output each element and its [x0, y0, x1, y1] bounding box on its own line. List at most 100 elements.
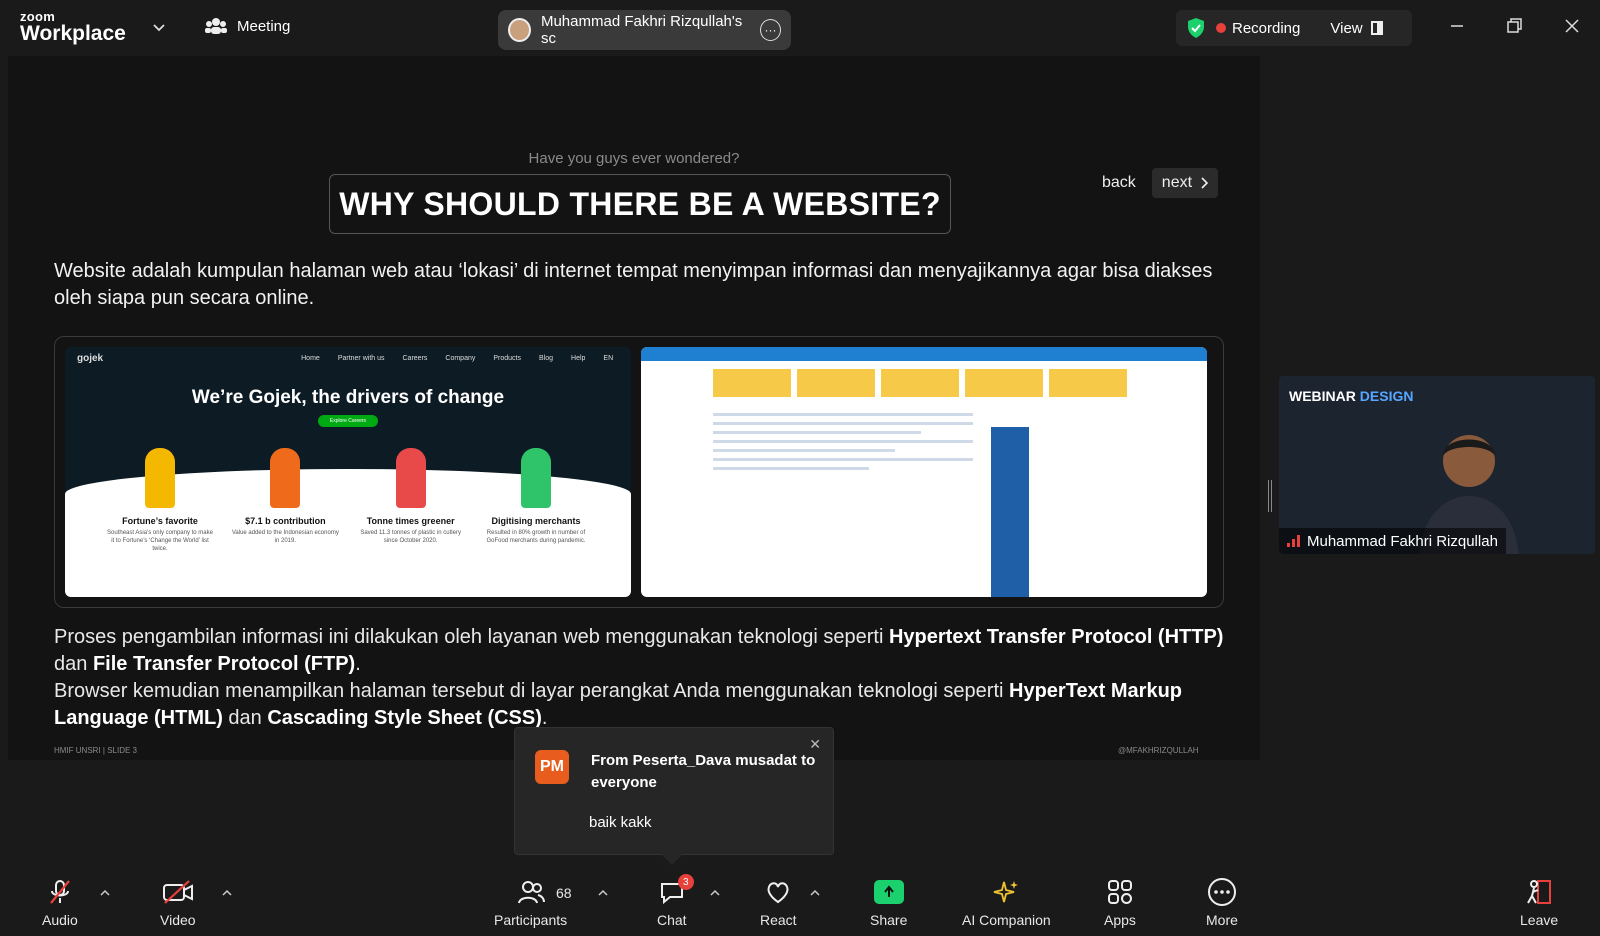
gojek-col-heading: Fortune’s favorite	[122, 516, 198, 526]
view-button[interactable]: View	[1330, 19, 1383, 37]
tile	[881, 369, 959, 397]
gojek-nav-item: Home	[301, 354, 320, 362]
view-label: View	[1330, 19, 1363, 37]
illustration-figure	[520, 448, 551, 508]
chevron-down-icon[interactable]	[152, 20, 166, 34]
para3-bold: Cascading Style Sheet (CSS)	[267, 707, 542, 729]
screen-share-indicator[interactable]: Muhammad Fakhri Rizqullah's sc ···	[498, 10, 791, 50]
para2-bold: File Transfer Protocol (FTP)	[92, 653, 356, 675]
tile	[797, 369, 875, 397]
ai-companion-label: AI Companion	[962, 912, 1051, 928]
close-icon[interactable]: ✕	[809, 736, 821, 753]
more-options-icon[interactable]: ···	[760, 19, 781, 41]
close-icon[interactable]	[1562, 16, 1582, 36]
audio-label: Audio	[42, 912, 78, 928]
chevron-up-icon[interactable]	[100, 888, 110, 898]
sparkle-icon	[994, 881, 1019, 903]
slide-footer-right: @MFAKHRIZQULLAH	[1118, 746, 1199, 755]
recording-label: Recording	[1232, 19, 1301, 37]
text-line	[713, 440, 973, 443]
gojek-navbar: gojek Home Partner with us Careers Compa…	[65, 347, 631, 369]
gojek-column: Digitising merchants Resulted in 80% grow…	[481, 448, 591, 553]
shield-icon[interactable]	[1186, 17, 1206, 39]
university-navbar	[641, 347, 1207, 361]
panel-resize-handle[interactable]	[1268, 480, 1272, 512]
university-screenshot	[641, 347, 1207, 597]
participants-icon	[517, 881, 545, 904]
agenda-date-column	[991, 427, 1029, 597]
recording-indicator[interactable]: Recording	[1216, 20, 1300, 37]
meeting-toolbar: Audio Video Participants 68 3 Chat React…	[0, 868, 1600, 936]
audio-button[interactable]: Audio	[42, 878, 78, 928]
illustration-figure	[145, 448, 175, 508]
slide-title: WHY SHOULD THERE BE A WEBSITE?	[329, 174, 951, 234]
gojek-column: $7.1 b contribution Value added to the In…	[230, 448, 340, 553]
minimize-icon[interactable]	[1447, 16, 1467, 36]
gojek-hero: We’re Gojek, the drivers of change	[191, 387, 505, 408]
chat-button[interactable]: 3 Chat	[657, 874, 694, 928]
para3-text: dan	[222, 707, 268, 729]
tile	[965, 369, 1043, 397]
illustration-figure	[270, 448, 301, 508]
chat-sender: From Peserta_Dava musadat to everyone	[591, 752, 816, 791]
gojek-logo: gojek	[77, 352, 104, 364]
react-button[interactable]: React	[760, 878, 797, 928]
back-button[interactable]: back	[1094, 168, 1144, 198]
slide-paragraph-1: Website adalah kumpulan halaman web atau…	[54, 260, 1213, 309]
gojek-col-desc: Value added to the Indonesian economy in…	[231, 530, 339, 544]
ai-companion-button[interactable]: AI Companion	[962, 878, 1051, 928]
chevron-right-icon	[1201, 177, 1209, 189]
para3-text: .	[541, 707, 548, 729]
chat-notification[interactable]: PM From Peserta_Dava musadat to everyone…	[514, 727, 834, 865]
leave-icon	[1527, 880, 1552, 904]
participant-name: Muhammad Fakhri Rizqullah	[1307, 532, 1498, 550]
chat-badge: 3	[677, 874, 694, 890]
text-line	[713, 413, 973, 416]
mic-muted-icon	[50, 880, 70, 904]
share-button[interactable]: Share	[870, 878, 907, 928]
participant-video-tile[interactable]: WEBINAR DESIGN Muhammad Fakhri Rizqullah	[1279, 376, 1595, 554]
announcement-lines	[713, 413, 973, 476]
gojek-nav-item: Careers	[402, 354, 428, 362]
title-bar: zoom Workplace Meeting Muhammad Fakhri R…	[0, 0, 1600, 56]
gojek-nav-item: Blog	[539, 354, 554, 362]
gojek-screenshot: gojek Home Partner with us Careers Compa…	[65, 347, 631, 597]
chevron-up-icon[interactable]	[222, 888, 232, 898]
gojek-col-desc: Saved 11.3 tonnes of plastic in cutlery …	[360, 530, 461, 544]
gojek-column: Fortune’s favorite Southeast Asia’s only …	[105, 448, 215, 553]
illustration-figure	[395, 448, 426, 508]
banner-text: WEBINAR	[1289, 388, 1360, 404]
slide-subtitle: Have you guys ever wondered?	[528, 150, 740, 167]
gojek-columns: Fortune’s favorite Southeast Asia’s only …	[105, 448, 591, 553]
react-label: React	[760, 912, 797, 928]
share-label: Share	[870, 912, 908, 928]
chevron-up-icon[interactable]	[810, 888, 820, 898]
apps-button[interactable]: Apps	[1104, 878, 1136, 928]
screenshots-panel: gojek Home Partner with us Careers Compa…	[54, 336, 1224, 608]
text-line	[713, 467, 869, 470]
meeting-info-button[interactable]: Meeting	[205, 17, 290, 35]
gojek-col-heading: $7.1 b contribution	[245, 516, 326, 526]
tile	[1049, 369, 1127, 397]
chevron-up-icon[interactable]	[710, 888, 720, 898]
apps-label: Apps	[1104, 912, 1136, 928]
heart-icon	[767, 882, 789, 904]
next-label: next	[1161, 174, 1193, 191]
chevron-up-icon[interactable]	[598, 888, 608, 898]
gojek-column: Tonne times greener Saved 11.3 tonnes of …	[356, 448, 466, 553]
more-button[interactable]: More	[1206, 878, 1238, 928]
gojek-col-heading: Tonne times greener	[366, 516, 455, 526]
next-button[interactable]: next	[1151, 168, 1219, 198]
leave-button[interactable]: Leave	[1520, 878, 1558, 928]
gojek-cta: Explore Careers	[318, 415, 378, 427]
restore-icon[interactable]	[1504, 16, 1524, 36]
text-line	[713, 422, 973, 425]
gojek-nav-item: Partner with us	[337, 354, 385, 362]
chat-label: Chat	[657, 912, 687, 928]
virtual-background-banner: WEBINAR DESIGN	[1289, 388, 1413, 404]
video-label: Video	[160, 912, 196, 928]
gojek-col-desc: Resulted in 80% growth in number of GoFo…	[486, 530, 586, 544]
video-button[interactable]: Video	[160, 878, 196, 928]
text-line	[713, 449, 895, 452]
slide-nav: back next	[1094, 168, 1219, 198]
